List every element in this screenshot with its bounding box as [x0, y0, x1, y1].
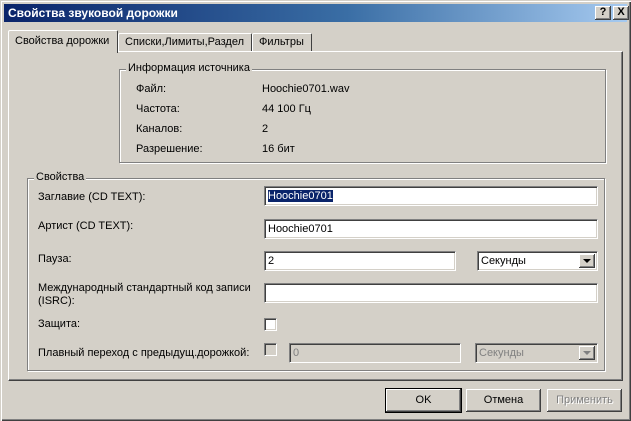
frequency-label: Частота:	[136, 103, 180, 115]
file-label: Файл:	[136, 83, 167, 95]
artist-cdtext-label: Артист (CD TEXT):	[38, 220, 134, 232]
tab-lists-limits-section[interactable]: Списки,Лимиты,Раздел	[118, 33, 252, 52]
cancel-button[interactable]: Отмена	[466, 389, 541, 412]
tab-track-properties[interactable]: Свойства дорожки	[8, 30, 118, 53]
crossfade-input[interactable]: 0	[289, 343, 461, 363]
track-properties-dialog: Свойства звуковой дорожки ? X Свойства д…	[0, 0, 631, 421]
tab-panel: Информация источника Файл: Hoochie0701.w…	[8, 51, 623, 381]
chevron-down-icon[interactable]	[579, 254, 595, 268]
crossfade-unit-select[interactable]: Секунды	[475, 343, 598, 363]
channels-value: 2	[262, 123, 269, 135]
crossfade-checkbox[interactable]	[264, 343, 277, 356]
title-cdtext-input[interactable]: Hoochie0701	[264, 186, 598, 206]
crossfade-label: Плавный переход с предыдущ.дорожкой:	[38, 347, 250, 359]
protection-label: Защита:	[38, 318, 81, 330]
artist-cdtext-input[interactable]: Hoochie0701	[264, 219, 598, 239]
resolution-label: Разрешение:	[136, 143, 203, 155]
crossfade-unit-value: Секунды	[479, 347, 524, 359]
resolution-value: 16 бит	[262, 143, 295, 155]
pause-input[interactable]: 2	[264, 251, 456, 271]
source-info-title: Информация источника	[126, 62, 252, 74]
title-bar[interactable]: Свойства звуковой дорожки ? X	[4, 4, 629, 22]
frequency-value: 44 100 Гц	[262, 103, 311, 115]
source-info-group: Информация источника Файл: Hoochie0701.w…	[119, 62, 606, 163]
pause-unit-value: Секунды	[481, 255, 526, 267]
pause-unit-select[interactable]: Секунды	[477, 251, 598, 271]
chevron-down-icon[interactable]	[579, 346, 595, 360]
properties-title: Свойства	[34, 171, 87, 183]
apply-button[interactable]: Применить	[547, 389, 622, 412]
file-value: Hoochie0701.wav	[262, 83, 350, 95]
ok-button[interactable]: OK	[385, 388, 462, 413]
isrc-label: Международный стандартный код записи (IS…	[38, 282, 251, 307]
tab-filters[interactable]: Фильтры	[252, 33, 312, 52]
close-button[interactable]: X	[613, 6, 629, 20]
protection-checkbox[interactable]	[264, 318, 277, 331]
channels-label: Каналов:	[136, 123, 183, 135]
window-title: Свойства звуковой дорожки	[8, 6, 178, 20]
properties-group: Свойства Заглавие (CD TEXT): Hoochie0701…	[27, 171, 605, 371]
title-cdtext-label: Заглавие (CD TEXT):	[38, 191, 146, 203]
isrc-input[interactable]	[264, 283, 598, 303]
help-button[interactable]: ?	[595, 6, 611, 20]
pause-label: Пауза:	[38, 253, 72, 265]
